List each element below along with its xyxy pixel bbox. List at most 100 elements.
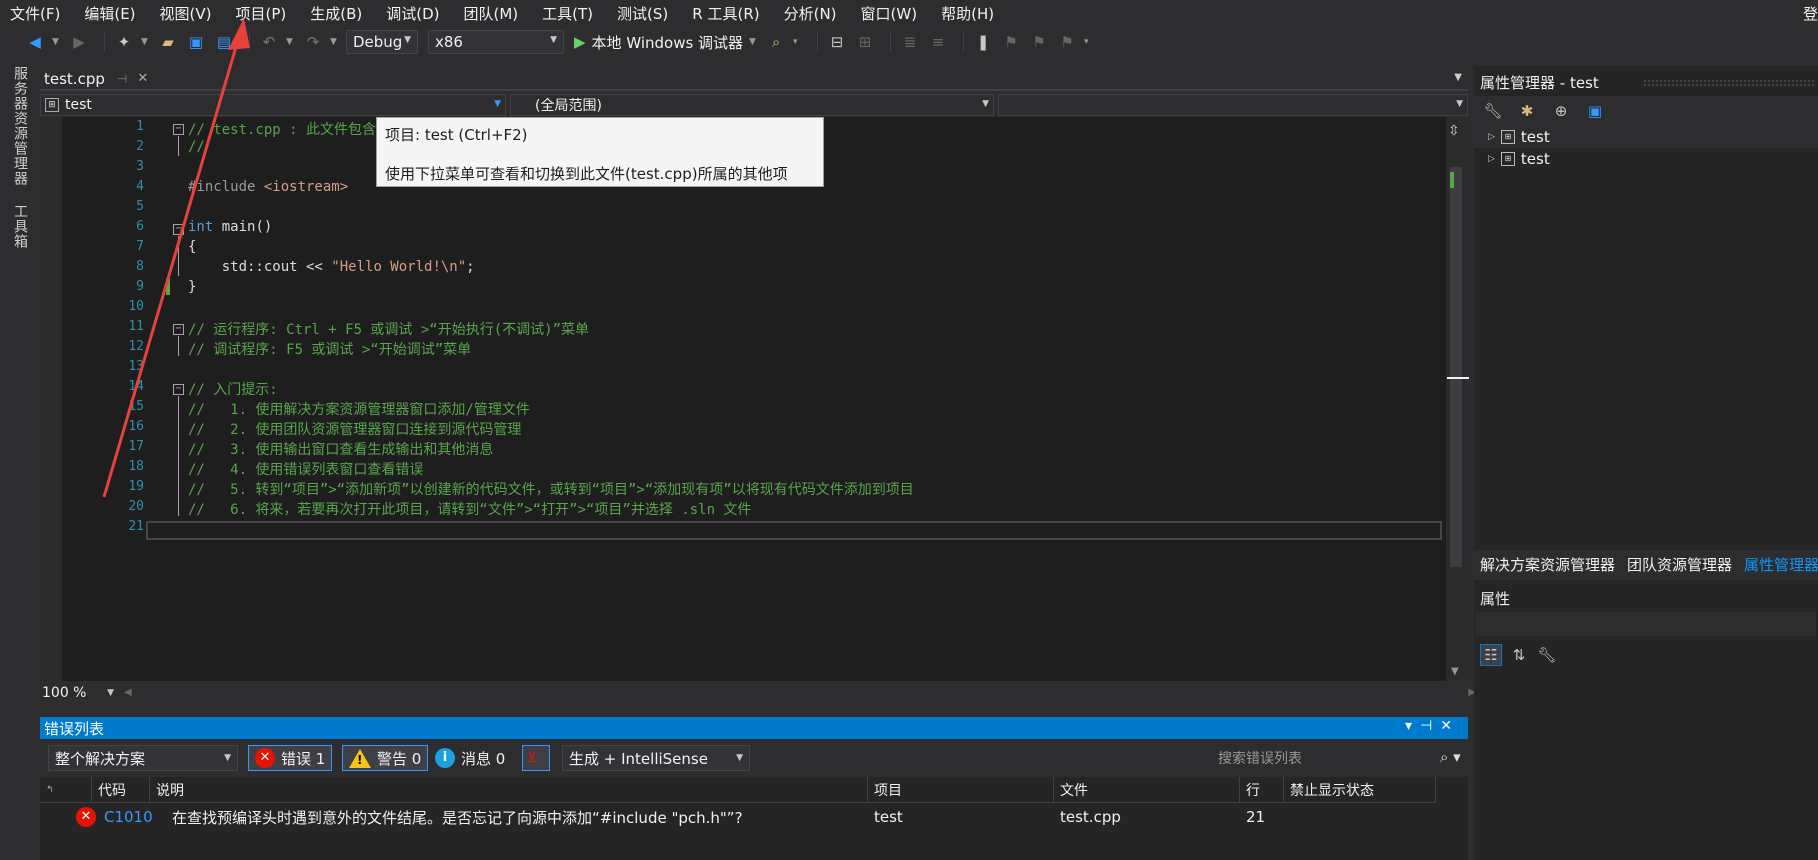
- open-file-icon[interactable]: ▰: [157, 31, 179, 53]
- redo-icon[interactable]: ↷: [302, 31, 324, 53]
- column-header-description[interactable]: 说明: [150, 777, 868, 803]
- scroll-left-icon[interactable]: ◀: [124, 687, 132, 698]
- chevron-down-icon[interactable]: ▼: [286, 37, 296, 47]
- close-icon[interactable]: ✕: [1440, 718, 1460, 734]
- panel-grip[interactable]: [1644, 80, 1814, 86]
- chevron-down-icon[interactable]: ▼: [330, 37, 340, 47]
- close-icon[interactable]: ✕: [137, 71, 148, 86]
- column-header-suppression[interactable]: 禁止显示状态: [1284, 777, 1436, 803]
- tab-solution-explorer[interactable]: 解决方案资源管理器: [1474, 554, 1621, 575]
- collapse-icon[interactable]: −: [173, 224, 184, 235]
- errors-filter-button[interactable]: ✕ 错误 1: [248, 745, 333, 771]
- save-all-icon[interactable]: ▤: [213, 31, 235, 53]
- tab-team-explorer[interactable]: 团队资源管理器: [1621, 554, 1738, 575]
- search-icon[interactable]: ⌕ ▾: [1440, 748, 1461, 766]
- tree-item[interactable]: ▷ ⊞ test: [1488, 150, 1550, 168]
- scroll-thumb[interactable]: [1450, 167, 1462, 567]
- error-scope-combo[interactable]: 整个解决方案 ▼: [48, 745, 238, 771]
- chevron-down-icon[interactable]: ▼: [749, 37, 759, 47]
- property-pages-icon[interactable]: 🔧︎: [1536, 644, 1558, 666]
- code-line: // 4. 使用错误列表窗口查看错误: [188, 462, 424, 478]
- navigate-back-icon[interactable]: ◀: [24, 31, 46, 53]
- categorized-icon[interactable]: ☷: [1480, 644, 1502, 666]
- add-existing-property-sheet-icon[interactable]: ⊕: [1550, 100, 1572, 122]
- menu-build[interactable]: 生成(B): [310, 3, 362, 24]
- menu-view[interactable]: 视图(V): [160, 3, 212, 24]
- chevron-down-icon[interactable]: ▾: [1405, 718, 1420, 734]
- start-debugging-button[interactable]: 本地 Windows 调试器: [592, 32, 744, 53]
- menu-r-tools[interactable]: R 工具(R): [692, 3, 759, 24]
- menu-window[interactable]: 窗口(W): [861, 3, 918, 24]
- chevron-down-icon[interactable]: ▼: [141, 37, 151, 47]
- menu-project[interactable]: 项目(P): [236, 3, 287, 24]
- chevron-down-icon[interactable]: ▼: [52, 37, 62, 47]
- column-header-code[interactable]: 代码: [92, 777, 150, 803]
- new-project-icon[interactable]: ✦: [113, 31, 135, 53]
- navigate-forward-icon[interactable]: ▶: [68, 31, 90, 53]
- bookmark-icon[interactable]: ❚: [972, 31, 994, 53]
- solution-explorer-icon[interactable]: ⊟: [826, 31, 848, 53]
- menu-team[interactable]: 团队(M): [464, 3, 519, 24]
- error-code-link[interactable]: C1010: [98, 805, 153, 829]
- project-dropdown[interactable]: ⊞ test ▼: [40, 94, 506, 116]
- collapse-icon[interactable]: −: [173, 324, 184, 335]
- menu-test[interactable]: 测试(S): [617, 3, 668, 24]
- start-debugging-icon[interactable]: ▶: [574, 33, 586, 51]
- messages-filter-button[interactable]: i 消息 0: [428, 745, 512, 771]
- wrench-icon[interactable]: 🔧︎: [1482, 100, 1504, 122]
- solution-platform-combo[interactable]: x86 ▼: [428, 30, 564, 54]
- column-header-file[interactable]: 文件: [1054, 777, 1240, 803]
- expand-icon[interactable]: ▷: [1488, 132, 1495, 142]
- undo-icon[interactable]: ↶: [258, 31, 280, 53]
- object-selector[interactable]: [1476, 612, 1816, 636]
- menu-file[interactable]: 文件(F): [10, 3, 60, 24]
- error-suppression: [1284, 805, 1290, 829]
- previous-bookmark-icon[interactable]: ⚑: [1000, 31, 1022, 53]
- scroll-down-icon[interactable]: ▼: [1451, 666, 1459, 677]
- zoom-combo[interactable]: 100 % ▼: [42, 685, 114, 703]
- column-header-project[interactable]: 项目: [868, 777, 1054, 803]
- expand-icon[interactable]: ▷: [1488, 154, 1495, 164]
- save-icon[interactable]: ▣: [1584, 100, 1606, 122]
- navigation-bar: ⊞ test ▼ (全局范围) ▼ ▼: [40, 93, 1468, 117]
- next-bookmark-icon[interactable]: ⚑: [1028, 31, 1050, 53]
- collapse-icon[interactable]: −: [173, 124, 184, 135]
- split-window-icon[interactable]: ⇳: [1448, 123, 1460, 139]
- chevron-down-icon[interactable]: ▼: [1454, 72, 1462, 83]
- menu-analyze[interactable]: 分析(N): [784, 3, 837, 24]
- warnings-filter-button[interactable]: ! 警告 0: [342, 745, 429, 771]
- pin-icon[interactable]: ⊣: [1420, 718, 1440, 734]
- toolbox-tab[interactable]: 工具箱: [10, 204, 30, 249]
- find-in-files-icon[interactable]: ⌕: [765, 31, 787, 53]
- add-new-property-sheet-icon[interactable]: ✱: [1516, 100, 1538, 122]
- chevron-down-icon[interactable]: ▾: [793, 37, 803, 47]
- class-view-icon[interactable]: ⊞: [854, 31, 876, 53]
- clear-filter-button[interactable]: ⊻: [522, 745, 550, 771]
- scope-dropdown[interactable]: (全局范围) ▼: [510, 94, 994, 116]
- chevron-down-icon[interactable]: ▾: [1084, 37, 1094, 47]
- solution-configuration-combo[interactable]: Debug ▼: [346, 30, 418, 54]
- error-search-input[interactable]: 搜索错误列表: [1212, 745, 1432, 771]
- menu-edit[interactable]: 编辑(E): [84, 3, 135, 24]
- tab-test-cpp[interactable]: test.cpp ⊣ ✕: [40, 66, 160, 91]
- clear-bookmarks-icon[interactable]: ⚑: [1056, 31, 1078, 53]
- build-intellisense-combo[interactable]: 生成 + IntelliSense ▼: [562, 745, 750, 771]
- tab-property-manager[interactable]: 属性管理器: [1738, 554, 1818, 575]
- column-header-sort[interactable]: ↰: [40, 777, 92, 803]
- tree-item[interactable]: ▷ ⊞ test: [1488, 128, 1550, 146]
- increase-indent-icon[interactable]: ≡: [927, 31, 949, 53]
- collapse-icon[interactable]: −: [173, 384, 184, 395]
- server-explorer-tab[interactable]: 服务器资源管理器: [10, 66, 30, 186]
- editor-horizontal-scrollbar[interactable]: ◀ ▶: [120, 687, 1480, 701]
- alphabetical-icon[interactable]: ⇅: [1508, 644, 1530, 666]
- menu-tools[interactable]: 工具(T): [542, 3, 593, 24]
- column-header-line[interactable]: 行: [1240, 777, 1284, 803]
- pin-icon[interactable]: ⊣: [117, 72, 127, 86]
- member-dropdown[interactable]: ▼: [998, 94, 1468, 116]
- menu-help[interactable]: 帮助(H): [941, 3, 994, 24]
- decrease-indent-icon[interactable]: ≣: [899, 31, 921, 53]
- save-icon[interactable]: ▣: [185, 31, 207, 53]
- menu-debug[interactable]: 调试(D): [386, 3, 439, 24]
- editor-vertical-scrollbar[interactable]: ⇳ ▼: [1446, 117, 1469, 681]
- sign-in-link[interactable]: 登: [1803, 3, 1818, 24]
